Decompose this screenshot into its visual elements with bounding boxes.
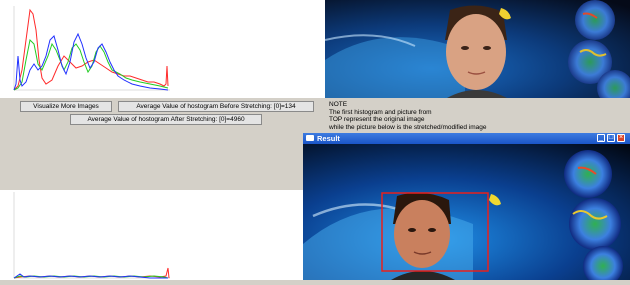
window-icon (306, 135, 314, 141)
minimize-icon[interactable]: _ (597, 134, 605, 142)
avg-before-stretching-label: Average Value of hostogram Before Stretc… (118, 101, 314, 112)
note-line: The first histogram and picture from (329, 108, 432, 116)
original-histogram-panel (0, 0, 325, 98)
close-icon[interactable]: × (617, 134, 625, 142)
result-window-title: Result (317, 134, 340, 143)
original-photo (325, 0, 630, 98)
visualize-more-images-button[interactable]: Visualize More Images (20, 101, 112, 112)
stretched-histogram-plot (13, 192, 170, 279)
stretched-histogram-panel (0, 190, 305, 280)
result-window: Result _ □ × (303, 133, 630, 280)
avg-after-stretching-label: Average Value of hostogram After Stretch… (70, 114, 262, 125)
stretched-photo (303, 144, 630, 280)
maximize-icon[interactable]: □ (607, 134, 615, 142)
note-text: NOTE The first histogram and picture fro… (329, 101, 627, 131)
result-window-titlebar[interactable]: Result _ □ × (303, 133, 630, 144)
original-histogram-plot (13, 6, 170, 91)
histogram-red-channel (13, 8, 169, 91)
note-line: while the picture below is the stretched… (329, 123, 487, 131)
original-photo-image (325, 0, 630, 98)
stretched-photo-image (303, 144, 630, 280)
note-line: TOP represent the original image (329, 116, 425, 123)
note-line: NOTE (329, 101, 348, 108)
histogram-green-channel (13, 38, 169, 91)
